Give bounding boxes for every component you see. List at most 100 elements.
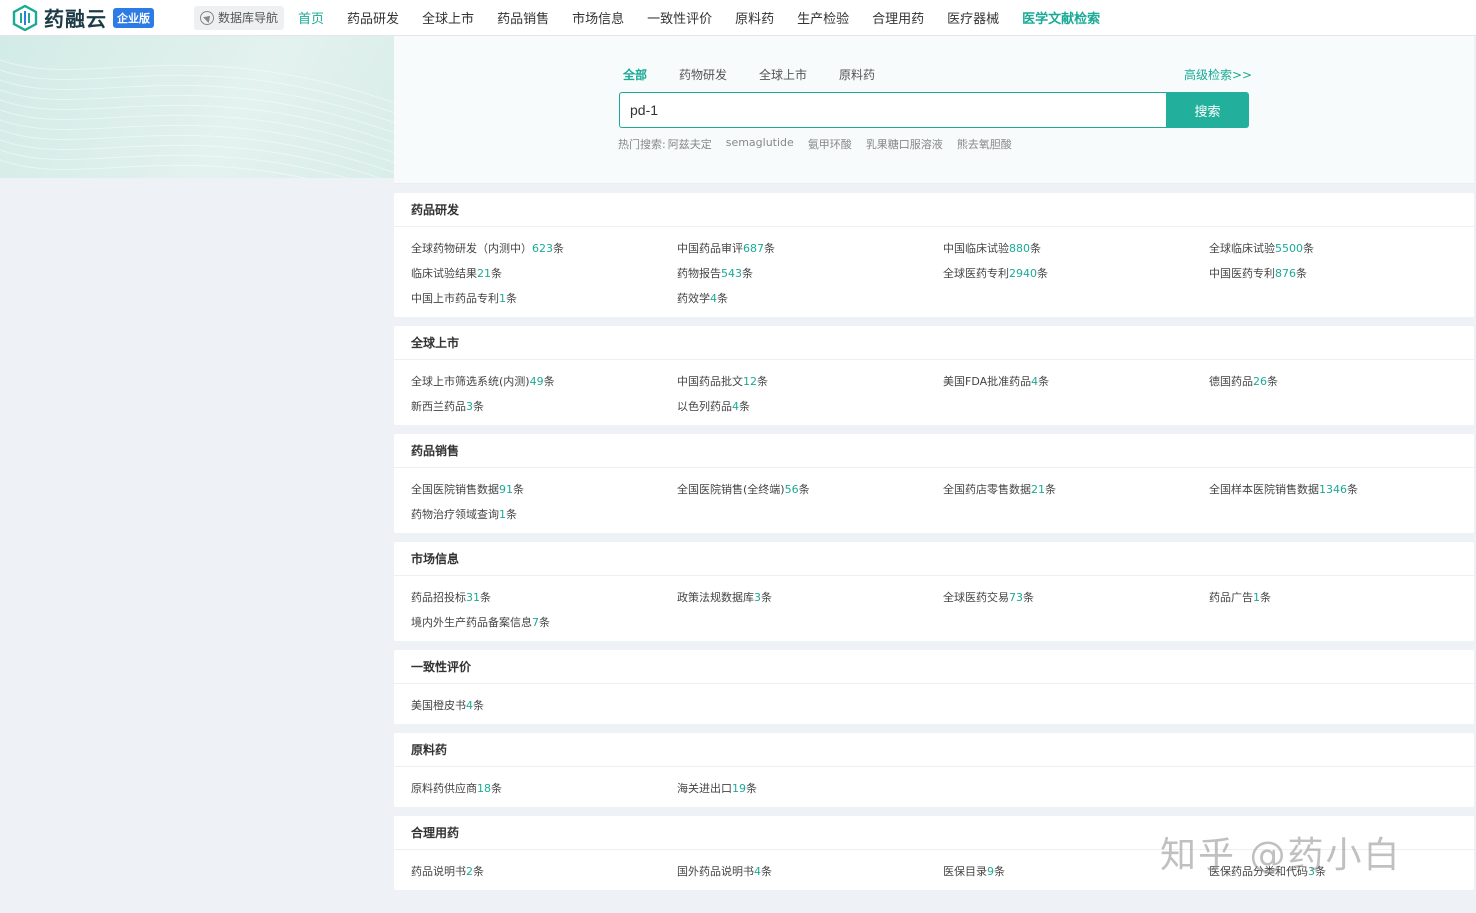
nav-item-1[interactable]: 药品研发 — [347, 8, 399, 27]
hot-searches: 热门搜索: 阿兹夫定 semaglutide 氨甲环酸 乳果糖口服溶液 熊去氧胆酸 — [618, 136, 1026, 152]
database-result-link[interactable]: 全球医药专利2940条 — [943, 261, 1209, 286]
database-name: 药效学 — [677, 292, 710, 305]
hot-search-term[interactable]: 阿兹夫定 — [668, 136, 712, 152]
database-name: 全球药物研发（内测中） — [411, 242, 532, 255]
nav-item-5[interactable]: 一致性评价 — [647, 8, 712, 27]
search-button[interactable]: 搜索 — [1166, 92, 1249, 128]
database-result-link[interactable]: 新西兰药品3条 — [411, 394, 677, 419]
database-result-link[interactable]: 原料药供应商18条 — [411, 776, 677, 801]
hot-search-term[interactable]: semaglutide — [726, 136, 794, 152]
nav-item-6[interactable]: 原料药 — [735, 8, 774, 27]
result-count: 49 — [529, 375, 544, 388]
database-nav-label: 数据库导航 — [218, 11, 279, 25]
count-unit: 条 — [1045, 483, 1056, 496]
category-section: 全球上市全球上市筛选系统(内测)49条 中国药品批文12条 美国FDA批准药品4条德… — [394, 326, 1474, 425]
database-result-link[interactable]: 药品说明书2条 — [411, 859, 677, 884]
database-result-link[interactable]: 中国药品批文12条 — [677, 369, 943, 394]
search-scope-tabs: 全部 药物研发 全球上市 原料药 — [623, 66, 907, 83]
database-result-link[interactable]: 以色列药品4条 — [677, 394, 943, 419]
result-count: 56 — [784, 483, 799, 496]
database-name: 新西兰药品 — [411, 400, 466, 413]
count-unit: 条 — [553, 242, 564, 255]
database-result-link[interactable]: 中国临床试验880条 — [943, 236, 1209, 261]
database-name: 国外药品说明书 — [677, 865, 754, 878]
search-tab-0[interactable]: 全部 — [623, 66, 647, 83]
hot-search-term[interactable]: 氨甲环酸 — [808, 136, 852, 152]
database-result-link[interactable]: 全国样本医院销售数据1346条 — [1209, 477, 1475, 502]
database-result-link[interactable]: 全球上市筛选系统(内测)49条 — [411, 369, 677, 394]
database-result-link[interactable]: 中国上市药品专利1条 — [411, 286, 677, 311]
compass-icon — [200, 10, 214, 25]
result-count: 26 — [1253, 375, 1267, 388]
database-result-link[interactable]: 药物报告543条 — [677, 261, 943, 286]
database-result-link[interactable]: 全球临床试验5500条 — [1209, 236, 1475, 261]
database-result-link[interactable]: 德国药品26条 — [1209, 369, 1475, 394]
nav-item-3[interactable]: 药品销售 — [497, 8, 549, 27]
count-unit: 条 — [491, 267, 502, 280]
database-nav-button[interactable]: 数据库导航 — [194, 5, 285, 30]
database-name: 原料药供应商 — [411, 782, 477, 795]
result-sections: 药品研发 全球药物研发（内测中）623条 中国药品审评687条 中国临床试验880条全… — [394, 193, 1474, 890]
database-name: 全球临床试验 — [1209, 242, 1275, 255]
result-count: 876 — [1275, 267, 1296, 280]
section-entries: 全球药物研发（内测中）623条 中国药品审评687条 中国临床试验880条 全球临床试… — [394, 227, 1474, 317]
database-result-link[interactable]: 美国FDA批准药品4条 — [943, 369, 1209, 394]
database-result-link[interactable]: 海关进出口19条 — [677, 776, 943, 801]
database-result-link[interactable]: 全球药物研发（内测中）623条 — [411, 236, 677, 261]
section-entries: 美国橙皮书4条 — [394, 684, 1474, 724]
database-result-link[interactable]: 全国药店零售数据21条 — [943, 477, 1209, 502]
count-unit: 条 — [539, 616, 550, 629]
database-result-link[interactable]: 药品招投标31条 — [411, 585, 677, 610]
result-count: 91 — [499, 483, 513, 496]
database-result-link[interactable]: 政策法规数据库3条 — [677, 585, 943, 610]
result-count: 4 — [710, 292, 717, 305]
nav-item-9[interactable]: 医疗器械 — [947, 8, 999, 27]
logo[interactable]: 药融云 企业版 — [12, 0, 154, 36]
nav-item-8[interactable]: 合理用药 — [872, 8, 924, 27]
database-result-link[interactable]: 临床试验结果21条 — [411, 261, 677, 286]
database-result-link[interactable]: 中国医药专利876条 — [1209, 261, 1475, 286]
search-tab-2[interactable]: 全球上市 — [759, 66, 807, 83]
section-title: 一致性评价 — [394, 650, 1474, 684]
nav-item-4[interactable]: 市场信息 — [572, 8, 624, 27]
database-result-link[interactable]: 美国橙皮书4条 — [411, 693, 677, 718]
database-result-link[interactable]: 全球医药交易73条 — [943, 585, 1209, 610]
database-result-link[interactable]: 药品广告1条 — [1209, 585, 1475, 610]
nav-item-2[interactable]: 全球上市 — [422, 8, 474, 27]
database-name: 中国上市药品专利 — [411, 292, 499, 305]
search-tab-3[interactable]: 原料药 — [839, 66, 875, 83]
count-unit: 条 — [543, 375, 555, 388]
database-name: 药物治疗领域查询 — [411, 508, 499, 521]
result-count: 21 — [1031, 483, 1045, 496]
category-section: 市场信息 药品招投标31条 政策法规数据库3条 全球医药交易73条 药品广告1条 境内外生… — [394, 542, 1474, 641]
database-result-link[interactable]: 境内外生产药品备案信息7条 — [411, 610, 677, 635]
nav-item-7[interactable]: 生产检验 — [797, 8, 849, 27]
section-title: 药品研发 — [394, 193, 1474, 227]
database-name: 美国橙皮书 — [411, 699, 466, 712]
result-count: 73 — [1009, 591, 1023, 604]
database-name: 以色列药品 — [677, 400, 732, 413]
hot-search-term[interactable]: 熊去氧胆酸 — [957, 136, 1012, 152]
result-count: 19 — [732, 782, 746, 795]
nav-item-10[interactable]: 医学文献检索 — [1022, 8, 1100, 27]
database-result-link[interactable]: 国外药品说明书4条 — [677, 859, 943, 884]
result-count: 4 — [732, 400, 739, 413]
result-count: 5500 — [1275, 242, 1303, 255]
database-name: 中国临床试验 — [943, 242, 1009, 255]
count-unit: 条 — [1030, 242, 1041, 255]
hot-search-term[interactable]: 乳果糖口服溶液 — [866, 136, 943, 152]
advanced-search-link[interactable]: 高级检索>> — [1184, 66, 1252, 83]
nav-item-0[interactable]: 首页 — [298, 8, 324, 27]
database-result-link[interactable]: 药物治疗领域查询1条 — [411, 502, 677, 527]
section-title: 全球上市 — [394, 326, 1474, 360]
section-entries: 药品招投标31条 政策法规数据库3条 全球医药交易73条 药品广告1条境内外生产药品备… — [394, 576, 1474, 641]
database-result-link[interactable]: 中国药品审评687条 — [677, 236, 943, 261]
database-name: 全国医院销售数据 — [411, 483, 499, 496]
database-result-link[interactable]: 全国医院销售(全终端)56条 — [677, 477, 943, 502]
database-result-link[interactable]: 药效学4条 — [677, 286, 943, 311]
count-unit: 条 — [1267, 375, 1278, 388]
count-unit: 条 — [1037, 267, 1048, 280]
database-result-link[interactable]: 全国医院销售数据91条 — [411, 477, 677, 502]
search-tab-1[interactable]: 药物研发 — [679, 66, 727, 83]
search-input[interactable] — [619, 92, 1167, 128]
